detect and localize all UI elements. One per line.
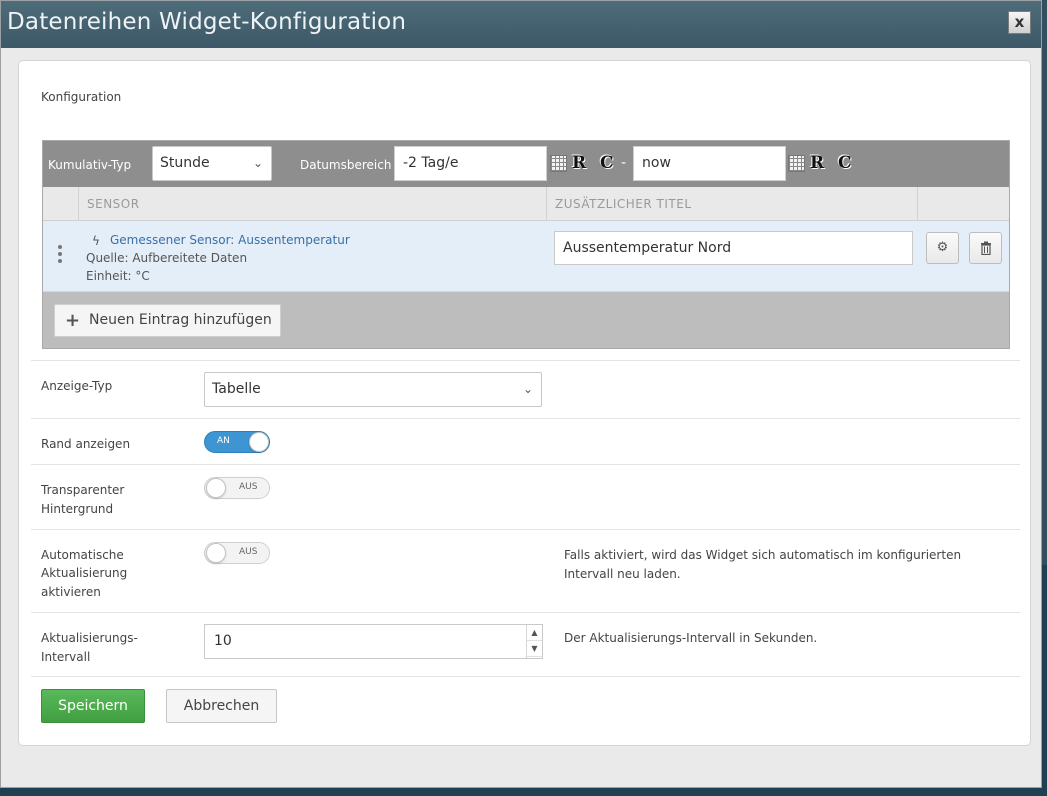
cumulative-type-select[interactable]: Stunde ⌄	[152, 146, 272, 181]
spin-up-icon[interactable]: ▲	[527, 625, 542, 641]
sensor-unit: Einheit: °C	[86, 269, 150, 283]
date-range-label: Datumsbereich	[300, 158, 392, 172]
form-row-refresh-interval: Aktualisierungs- Intervall 10 ▲ ▼ Der Ak…	[31, 612, 1020, 677]
date-to-input[interactable]: now	[633, 146, 786, 181]
auto-refresh-label-3: aktivieren	[41, 585, 101, 599]
calendar-icon[interactable]	[550, 155, 567, 172]
close-button[interactable]: x	[1008, 11, 1031, 34]
calendar-icon[interactable]	[788, 155, 805, 172]
section-label: Konfiguration	[41, 90, 122, 104]
refresh-interval-value: 10	[214, 633, 232, 649]
refresh-interval-help: Der Aktualisierungs-Intervall in Sekunde…	[564, 631, 818, 645]
trash-icon	[980, 241, 991, 256]
dialog-title: Datenreihen Widget-Konfiguration	[7, 9, 407, 35]
column-divider	[546, 187, 547, 221]
display-type-value: Tabelle	[212, 381, 261, 397]
chevron-down-icon: ⌄	[252, 156, 263, 170]
form-row-auto-refresh: Automatische Aktualisierung aktivieren A…	[31, 529, 1020, 612]
auto-refresh-label-2: Aktualisierung	[41, 566, 128, 580]
delete-button[interactable]	[969, 232, 1002, 264]
widget-config-dialog: Datenreihen Widget-Konfiguration x Konfi…	[0, 0, 1042, 788]
refresh-interval-input[interactable]: 10 ▲ ▼	[204, 624, 543, 659]
table-row: ϟ Gemessener Sensor: Aussentemperatur Qu…	[43, 221, 1009, 292]
auto-refresh-toggle[interactable]: AUS	[204, 542, 270, 564]
sensor-source: Quelle: Aufbereitete Daten	[86, 251, 248, 265]
transparent-bg-label-2: Hintergrund	[41, 502, 114, 516]
drag-handle-icon[interactable]	[58, 245, 62, 266]
auto-refresh-help-1: Falls aktiviert, wird das Widget sich au…	[564, 548, 962, 562]
add-entry-label: Neuen Eintrag hinzufügen	[89, 312, 272, 328]
column-header-title: ZUSÄTZLICHER TITEL	[555, 197, 692, 211]
transparent-bg-label-1: Transparenter	[41, 483, 125, 497]
sensor-link[interactable]: Gemessener Sensor: Aussentemperatur	[110, 233, 350, 247]
column-divider	[78, 187, 79, 221]
toggle-state: AN	[217, 436, 230, 446]
toggle-knob	[206, 543, 226, 563]
lightning-icon: ϟ	[92, 234, 100, 248]
config-panel: Konfiguration Kumulativ-Typ Stunde ⌄ Dat…	[18, 60, 1031, 746]
refresh-interval-label-2: Intervall	[41, 650, 91, 664]
show-border-label: Rand anzeigen	[41, 437, 131, 451]
show-border-toggle[interactable]: AN	[204, 431, 270, 453]
dialog-titlebar[interactable]: Datenreihen Widget-Konfiguration x	[1, 1, 1041, 48]
display-type-label: Anzeige-Typ	[41, 379, 113, 393]
clear-date-icon[interactable]: C	[838, 155, 855, 172]
settings-button[interactable]: ⚙	[926, 232, 959, 264]
date-separator: -	[621, 155, 627, 171]
series-config-box: Kumulativ-Typ Stunde ⌄ Datumsbereich -2 …	[42, 140, 1010, 349]
cancel-button[interactable]: Abbrechen	[166, 689, 277, 723]
gears-icon: ⚙	[936, 240, 949, 255]
form-row-show-border: Rand anzeigen AN	[31, 418, 1020, 464]
date-from-input[interactable]: -2 Tag/e	[394, 146, 547, 181]
refresh-interval-label-1: Aktualisierungs-	[41, 631, 138, 645]
table-header: SENSOR ZUSÄTZLICHER TITEL	[43, 187, 1009, 221]
clear-date-icon[interactable]: C	[600, 155, 617, 172]
display-type-select[interactable]: Tabelle ⌄	[204, 372, 542, 407]
toggle-knob	[249, 432, 269, 452]
toggle-state: AUS	[239, 547, 258, 557]
save-button[interactable]: Speichern	[41, 689, 145, 723]
transparent-bg-toggle[interactable]: AUS	[204, 477, 270, 499]
form-row-transparent-bg: Transparenter Hintergrund AUS	[31, 464, 1020, 529]
cumulative-type-value: Stunde	[160, 155, 210, 171]
plus-icon: +	[65, 310, 81, 331]
toggle-state: AUS	[239, 482, 258, 492]
chevron-down-icon: ⌄	[522, 382, 533, 396]
add-entry-button[interactable]: + Neuen Eintrag hinzufügen	[54, 304, 281, 337]
spin-down-icon[interactable]: ▼	[527, 641, 542, 657]
column-header-sensor: SENSOR	[87, 197, 140, 211]
toggle-knob	[206, 478, 226, 498]
form-row-display-type: Anzeige-Typ Tabelle ⌄	[31, 360, 1020, 418]
auto-refresh-help-2: Intervall neu laden.	[564, 567, 681, 581]
extra-title-input[interactable]: Aussentemperatur Nord	[554, 231, 913, 265]
number-spinner[interactable]: ▲ ▼	[526, 625, 542, 658]
column-divider	[917, 187, 918, 221]
relative-date-icon[interactable]: R	[572, 155, 589, 172]
auto-refresh-label-1: Automatische	[41, 548, 124, 562]
relative-date-icon[interactable]: R	[810, 155, 827, 172]
series-toolbar: Kumulativ-Typ Stunde ⌄ Datumsbereich -2 …	[43, 141, 1009, 187]
cumulative-type-label: Kumulativ-Typ	[48, 158, 132, 172]
